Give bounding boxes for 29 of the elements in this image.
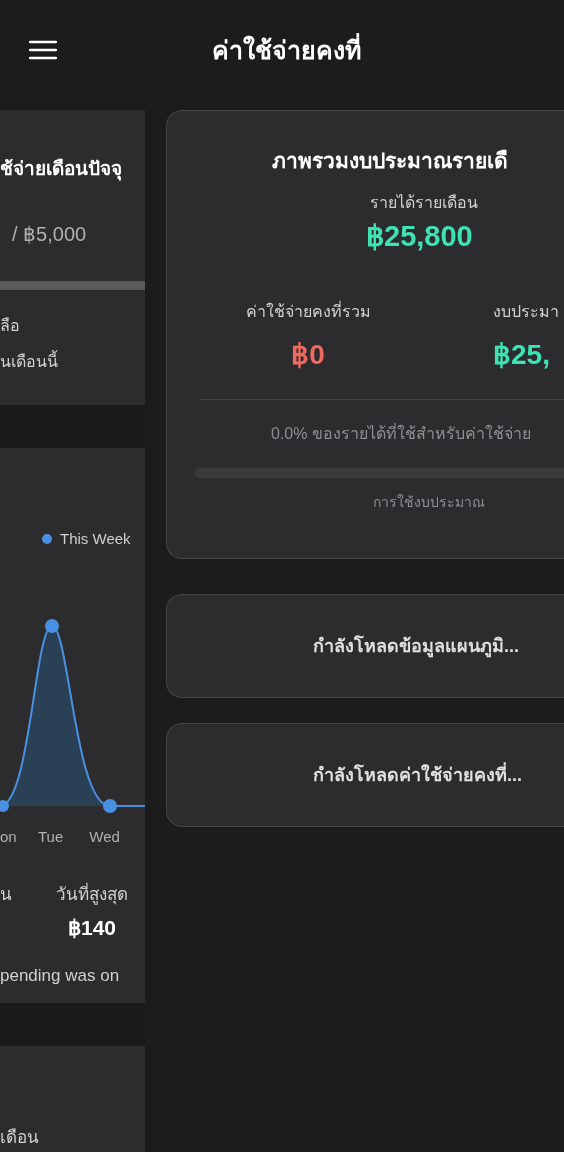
income-label: รายได้รายเดือน	[370, 192, 479, 213]
chart-point	[45, 618, 59, 633]
loading-text: กำลังโหลดค่าใช้จ่ายคงที่...	[313, 761, 522, 787]
axis-label: on	[0, 826, 18, 847]
stat-label: วันที่สูงสุด	[56, 882, 128, 908]
page-title: ค่าใช้จ่ายคงที่	[212, 32, 361, 70]
menu-icon[interactable]	[29, 40, 57, 60]
budget-limit: / ฿5,000	[12, 221, 88, 247]
usage-label: การใช้งบประมาณ	[373, 493, 486, 512]
income-share-text: 0.0% ของรายได้ที่ใช้สำหรับค่าใช้จ่าย	[271, 422, 532, 444]
legend-label: This Week	[60, 529, 131, 549]
chart-point	[103, 798, 117, 813]
stat-value: ฿140	[67, 914, 116, 941]
loading-text: กำลังโหลดข้อมูลแผนภูมิ...	[313, 634, 519, 660]
card-title: ภาพรวมงบประมาณรายเดื	[272, 148, 509, 174]
stat-value: ฿0	[291, 338, 325, 372]
income-value: ฿25,800	[366, 218, 474, 254]
stat-value: ฿25,	[493, 338, 551, 372]
stat-label: งบประมา	[493, 302, 559, 322]
axis-label: Tue	[38, 826, 64, 847]
stat-label: ค่าใช้จ่ายคงที่รวม	[245, 300, 371, 322]
remaining-label: ลือ	[0, 315, 21, 336]
stat-label: น	[0, 885, 12, 904]
card-label: เดือน	[0, 1126, 40, 1149]
card-title: ช้จ่ายเดือนปัจจุ	[0, 157, 123, 183]
month-label: นเดือนนี้	[0, 349, 59, 372]
axis-label: Wed	[89, 826, 120, 847]
chart-point	[0, 799, 9, 812]
spending-note: pending was on	[0, 965, 121, 987]
